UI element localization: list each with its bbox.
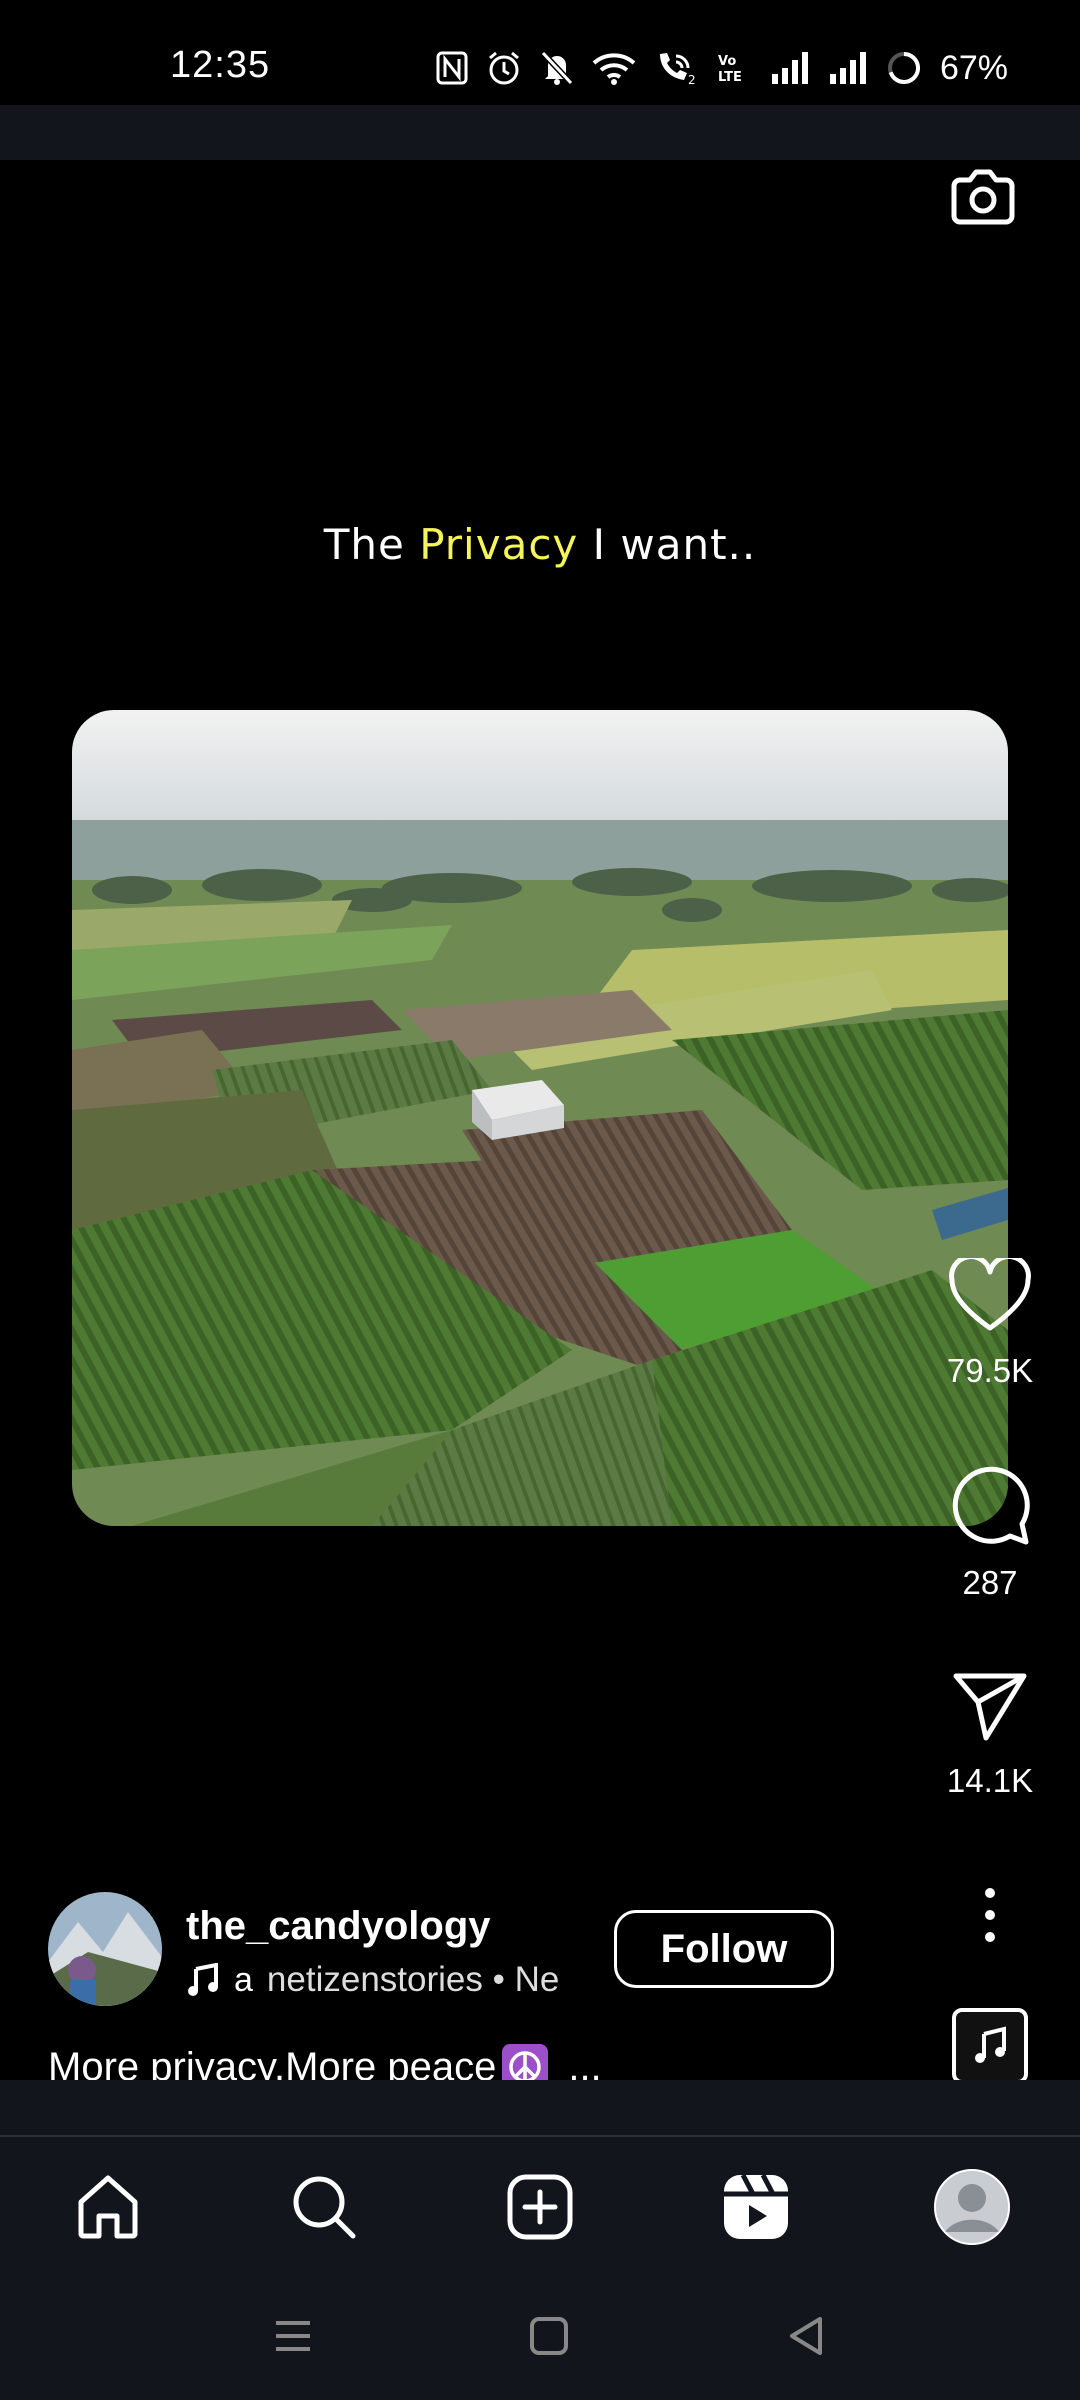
follow-button[interactable]: Follow — [614, 1910, 834, 1988]
comment-action[interactable]: 287 — [930, 1462, 1050, 1602]
home-icon[interactable] — [73, 2172, 143, 2242]
video-frame[interactable] — [72, 710, 1008, 1526]
share-count: 14.1K — [946, 1762, 1034, 1799]
create-icon[interactable] — [505, 2172, 575, 2242]
recent-apps-icon[interactable] — [268, 2311, 318, 2361]
search-icon[interactable] — [289, 2172, 359, 2242]
system-nav — [0, 2275, 1080, 2400]
status-time: 12:35 — [170, 44, 271, 86]
top-strip — [0, 105, 1080, 160]
heart-icon[interactable] — [948, 1258, 1032, 1334]
overlay-text-highlight: Privacy — [419, 520, 579, 569]
comment-icon[interactable] — [948, 1462, 1032, 1546]
signal-icon — [771, 52, 808, 84]
svg-text:LTE: LTE — [718, 70, 742, 85]
nav-create[interactable] — [500, 2167, 580, 2247]
overlay-text-prefix: The — [323, 520, 420, 569]
video-text-overlay: The Privacy I want.. — [0, 520, 1080, 569]
audio-thumbnail[interactable] — [952, 2008, 1028, 2084]
reels-icon[interactable] — [721, 2172, 791, 2242]
audio-attribution[interactable]: a netizenstories • Ne — [186, 1960, 586, 2000]
send-icon[interactable] — [950, 1668, 1030, 1744]
profile-icon[interactable] — [933, 2168, 1011, 2246]
audio-text: netizenstories • Ne — [266, 1960, 560, 1999]
like-action[interactable]: 79.5K — [930, 1258, 1050, 1390]
svg-text:2: 2 — [688, 73, 696, 86]
status-icons: 2 Vo LTE 67% — [436, 48, 1008, 88]
like-count: 79.5K — [946, 1352, 1034, 1389]
bell-muted-icon — [540, 50, 574, 86]
home-button-icon[interactable] — [524, 2311, 574, 2361]
overlay-text-suffix: I want.. — [578, 520, 757, 569]
author-username[interactable]: the_candyology — [186, 1904, 491, 1949]
back-icon[interactable] — [782, 2311, 832, 2361]
comment-count: 287 — [962, 1564, 1018, 1601]
nav-home[interactable] — [68, 2167, 148, 2247]
signal-icon — [829, 52, 866, 84]
bottom-nav — [0, 2135, 1080, 2275]
volte-icon: VoLTE — [718, 54, 742, 85]
audio-glyph: a — [234, 1960, 253, 1999]
svg-text:Vo: Vo — [718, 54, 736, 69]
music-note-icon — [188, 1963, 218, 1996]
camera-icon[interactable] — [946, 160, 1020, 234]
farmland-aerial-image — [72, 710, 1008, 1526]
nav-reels[interactable] — [716, 2167, 796, 2247]
nfc-icon — [436, 51, 468, 85]
more-options-icon[interactable] — [975, 1885, 1005, 1945]
author-avatar[interactable] — [48, 1892, 162, 2006]
nav-profile[interactable] — [932, 2167, 1012, 2247]
nav-search[interactable] — [284, 2167, 364, 2247]
music-note-icon — [975, 2026, 1006, 2063]
battery-ring-icon — [887, 52, 920, 84]
share-action[interactable]: 14.1K — [930, 1668, 1050, 1800]
wifi-icon — [592, 53, 636, 85]
wifi-call-icon: 2 — [659, 53, 696, 86]
bottom-strip — [0, 2080, 1080, 2135]
status-bar: 12:35 2 Vo LTE 67% — [0, 0, 1080, 105]
battery-percent: 67% — [939, 48, 1008, 87]
alarm-icon — [488, 51, 519, 85]
